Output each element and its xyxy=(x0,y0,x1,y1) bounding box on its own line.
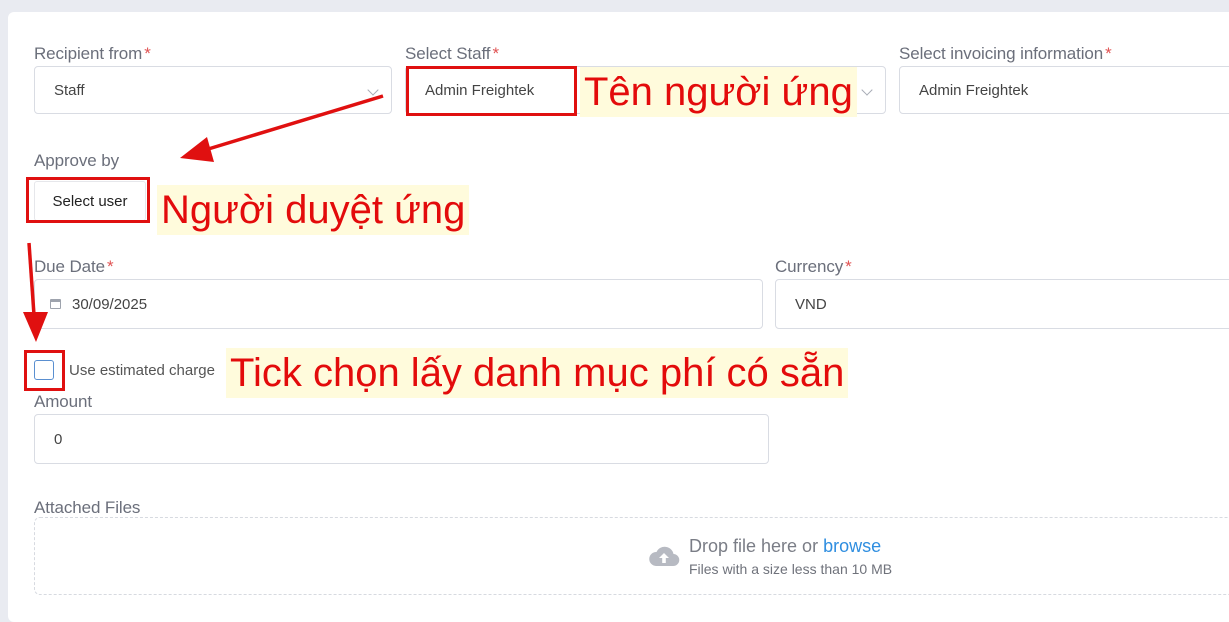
annotation-arrows xyxy=(23,94,384,342)
arrow-head-to-approver xyxy=(180,137,214,162)
arrow-line-to-checkbox xyxy=(27,242,36,316)
arrow-line-to-approver xyxy=(204,94,384,152)
arrow-head-to-checkbox xyxy=(23,312,48,342)
